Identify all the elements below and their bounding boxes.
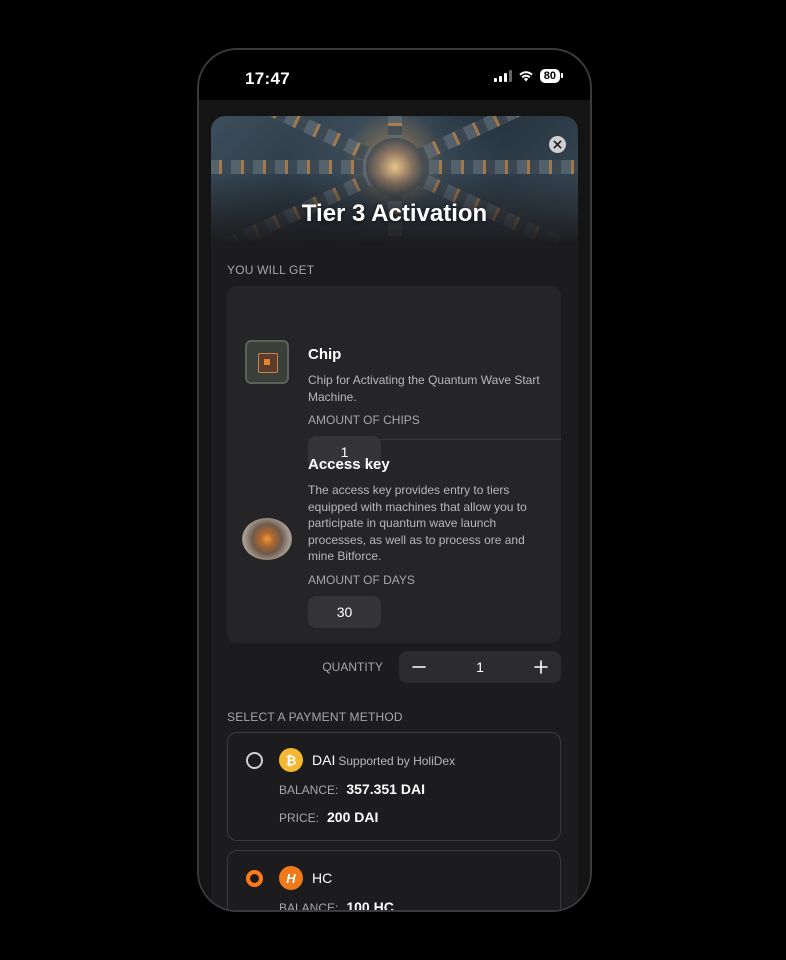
payment-option-hc[interactable]: H HC BALANCE: 100 HC [227,850,561,912]
decrease-button[interactable] [399,651,439,683]
quantity-row: QUANTITY 1 [227,651,561,683]
modal-title: Tier 3 Activation [301,200,488,227]
payment-name: DAI Supported by HoliDex [312,752,455,768]
price-label: PRICE: [279,811,320,825]
close-button[interactable] [549,136,566,153]
battery-icon: 80 [539,69,564,83]
quantity-label: QUANTITY [322,660,383,674]
minus-icon [412,666,426,668]
reward-amount-value: 30 [308,595,381,628]
hero-banner: Tier 3 Activation [211,116,578,244]
balance-value: 357.351 DAI [346,781,425,797]
quantity-stepper: 1 [399,651,561,683]
increase-button[interactable] [521,651,561,683]
status-bar: 17:47 80 [199,50,590,100]
radio-button-selected[interactable] [246,870,263,887]
divider [308,439,561,440]
reward-amount-label: AMOUNT OF DAYS [308,572,415,587]
status-time: 17:47 [245,69,290,88]
payment-name-text: DAI [312,752,336,768]
reward-title: Chip [308,346,342,363]
plus-icon [534,660,548,674]
status-icons: 80 [493,69,564,83]
reward-description: The access key provides entry to tiers e… [308,483,527,563]
screen: Tier 3 Activation YOU WILL GET Chip Chip… [199,100,590,910]
balance-line: BALANCE: 357.351 DAI [279,781,425,797]
balance-value: 100 HC [346,899,394,912]
balance-label: BALANCE: [279,901,339,912]
signal-icon [493,70,512,82]
dai-coin-icon: ₿ [279,748,303,772]
you-will-get-label: YOU WILL GET [227,263,315,277]
close-icon [553,140,562,149]
price-value: 200 DAI [327,809,379,825]
balance-line: BALANCE: 100 HC [279,899,394,912]
reward-item-chip: Chip Chip for Activating the Quantum Wav… [227,302,561,468]
reward-title: Access key [308,456,390,473]
hc-coin-icon: H [279,866,303,890]
reward-description: Chip for Activating the Quantum Wave Sta… [308,373,540,404]
chip-image [245,340,289,384]
quantity-value: 1 [476,659,484,675]
radio-button[interactable] [246,752,263,769]
payment-method-label: SELECT A PAYMENT METHOD [227,710,403,724]
activation-modal: Tier 3 Activation YOU WILL GET Chip Chip… [211,116,578,912]
payment-name-text: HC [312,870,333,886]
payment-subtitle: Supported by HoliDex [338,754,456,768]
access-key-image [242,518,292,560]
reward-item-body: Chip Chip for Activating the Quantum Wav… [308,346,547,468]
rewards-card: Chip Chip for Activating the Quantum Wav… [227,286,561,643]
payment-name: HC [312,870,332,886]
reward-item-body: Access key The access key provides entry… [308,456,547,628]
price-line: PRICE: 200 DAI [279,809,378,825]
wifi-icon [519,71,533,82]
reward-amount-label: AMOUNT OF CHIPS [308,413,420,427]
payment-option-dai[interactable]: ₿ DAI Supported by HoliDex BALANCE: 357.3… [227,732,561,841]
balance-label: BALANCE: [279,783,339,797]
phone-frame: 17:47 80 Tier 3 Activation YOU WILL GET [197,48,592,912]
